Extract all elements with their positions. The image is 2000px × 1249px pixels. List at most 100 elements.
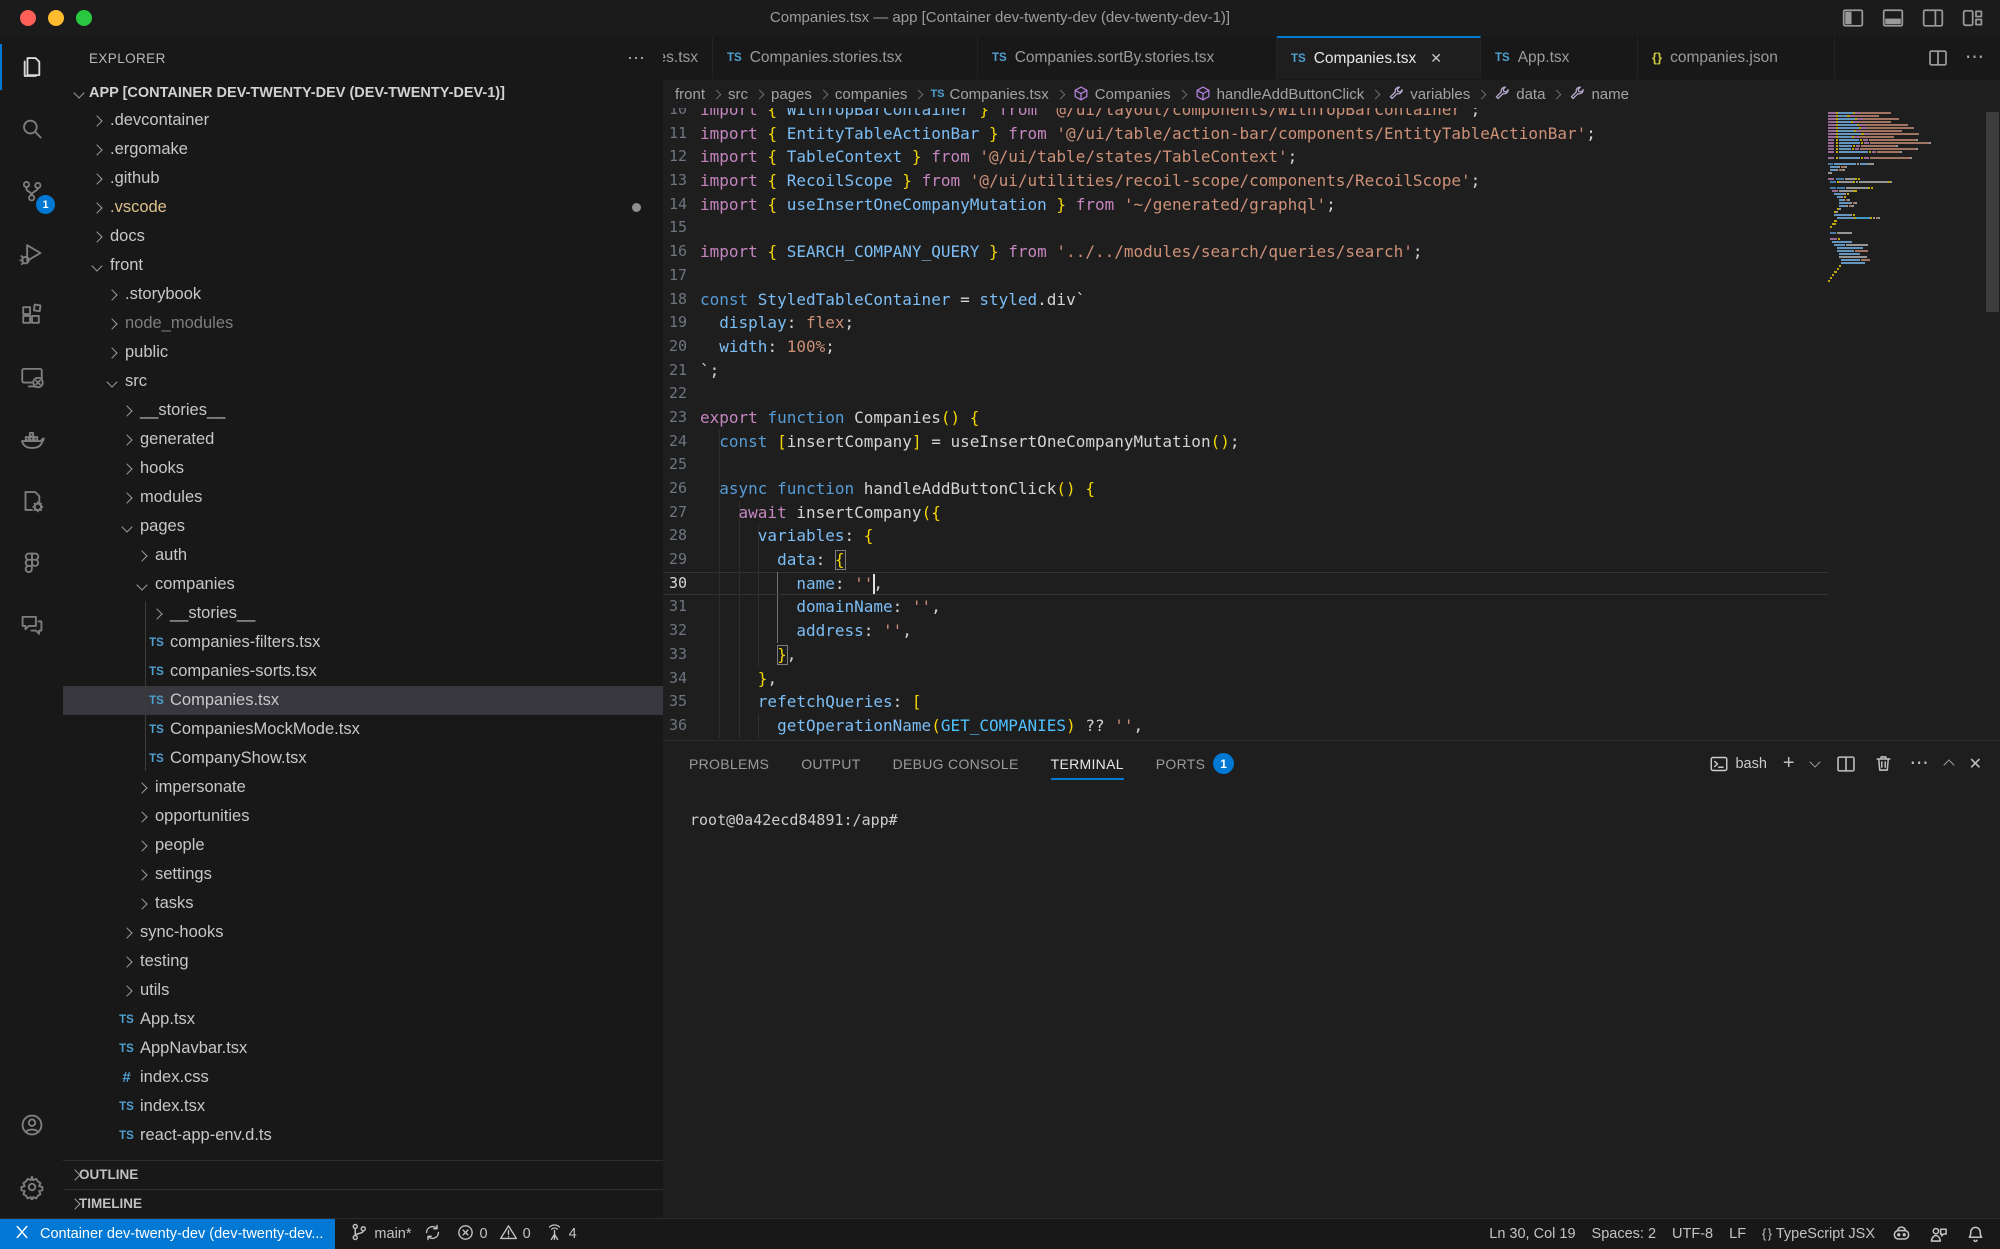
code-line-13[interactable]: 13import { RecoilScope } from '@/ui/util… — [663, 169, 1828, 193]
code-line-16[interactable]: 16import { SEARCH_COMPANY_QUERY } from '… — [663, 240, 1828, 264]
code-line-10[interactable]: 10import { WithTopBarContainer } from '@… — [663, 108, 1828, 122]
minimap[interactable] — [1828, 108, 1985, 740]
code-line-21[interactable]: 21`; — [663, 359, 1828, 383]
code-line-31[interactable]: 31 domainName: '', — [663, 595, 1828, 619]
code-line-36[interactable]: 36 getOperationName(GET_COMPANIES) ?? ''… — [663, 714, 1828, 738]
panel-chevron-up-icon[interactable] — [1945, 758, 1953, 769]
breadcrumb-item-data[interactable]: data — [1493, 85, 1545, 103]
terminal-prompt[interactable]: root@0a42ecd84891:/app# — [690, 811, 898, 829]
tab-companies-tsx[interactable]: TSCompanies.tsx✕ — [1277, 36, 1481, 79]
code-line-17[interactable]: 17 — [663, 264, 1828, 288]
problems-status[interactable]: 0 0 — [456, 1223, 531, 1246]
code-line-34[interactable]: 34 }, — [663, 667, 1828, 691]
code-line-35[interactable]: 35 refetchQueries: [ — [663, 690, 1828, 714]
tree-folder-utils[interactable]: utils — [63, 976, 663, 1005]
breadcrumb-item-handleaddbuttonclick[interactable]: handleAddButtonClick — [1194, 85, 1365, 103]
tree-folder-sync-hooks[interactable]: sync-hooks — [63, 918, 663, 947]
tree-folder-tasks[interactable]: tasks — [63, 889, 663, 918]
code-line-30[interactable]: 30 name: '', — [663, 572, 1828, 596]
panel-trash-icon[interactable] — [1873, 753, 1894, 774]
branch-status[interactable]: main* — [349, 1222, 441, 1246]
code-line-29[interactable]: 29 data: { — [663, 548, 1828, 572]
forwarded-ports-status[interactable]: 4 — [545, 1223, 577, 1246]
panel-tab-debug-console[interactable]: DEBUG CONSOLE — [893, 741, 1019, 786]
activity-search-button[interactable] — [0, 98, 63, 160]
tree-folder-docs[interactable]: docs — [63, 222, 663, 251]
breadcrumb-item-name[interactable]: name — [1568, 85, 1629, 103]
tree-folder-testing[interactable]: testing — [63, 947, 663, 976]
toggle-panel-left-icon[interactable] — [1840, 5, 1866, 31]
breadcrumb-item-pages[interactable]: pages — [771, 86, 812, 103]
panel-ellipsis-icon[interactable]: ⋯ — [1910, 759, 1929, 769]
activity-account-button[interactable] — [0, 1094, 63, 1156]
tree-folder--ergomake[interactable]: .ergomake — [63, 135, 663, 164]
code-line-28[interactable]: 28 variables: { — [663, 524, 1828, 548]
remote-indicator[interactable]: Container dev-twenty-dev (dev-twenty-dev… — [0, 1219, 335, 1249]
toggle-panel-right-icon[interactable] — [1920, 5, 1946, 31]
tree-folder--stories-[interactable]: __stories__ — [63, 599, 663, 628]
breadcrumb-item-variables[interactable]: variables — [1387, 85, 1470, 103]
activity-run-debug-button[interactable] — [0, 222, 63, 284]
tree-folder--vscode[interactable]: .vscode — [63, 193, 663, 222]
code-line-24[interactable]: 24 const [insertCompany] = useInsertOneC… — [663, 430, 1828, 454]
editor-more-actions-icon[interactable]: ⋯ — [1965, 53, 1984, 63]
timeline-section[interactable]: TIMELINE — [63, 1189, 663, 1217]
tree-folder-people[interactable]: people — [63, 831, 663, 860]
code-line-27[interactable]: 27 await insertCompany({ — [663, 501, 1828, 525]
outline-section[interactable]: OUTLINE — [63, 1160, 663, 1188]
tree-folder-auth[interactable]: auth — [63, 541, 663, 570]
tree-folder-node-modules[interactable]: node_modules — [63, 309, 663, 338]
panel-tab-output[interactable]: OUTPUT — [801, 741, 860, 786]
indentation-status[interactable]: Spaces: 2 — [1592, 1226, 1657, 1242]
activity-extensions-button[interactable] — [0, 284, 63, 346]
code-line-26[interactable]: 26 async function handleAddButtonClick()… — [663, 477, 1828, 501]
tree-folder-companies[interactable]: companies — [63, 570, 663, 599]
panel-tab-problems[interactable]: PROBLEMS — [689, 741, 769, 786]
breadcrumb-item-front[interactable]: front — [675, 86, 705, 103]
split-editor-icon[interactable] — [1927, 47, 1949, 69]
tree-folder-impersonate[interactable]: impersonate — [63, 773, 663, 802]
panel-tab-ports[interactable]: PORTS1 — [1156, 741, 1234, 786]
workspace-section-header[interactable]: APP [CONTAINER DEV-TWENTY-DEV (DEV-TWENT… — [63, 80, 663, 106]
panel-close-icon[interactable]: ✕ — [1969, 754, 1982, 774]
panel-plus-icon[interactable]: + — [1783, 752, 1795, 775]
tree-folder--devcontainer[interactable]: .devcontainer — [63, 106, 663, 135]
feedback-icon[interactable] — [1928, 1224, 1949, 1245]
cursor-position-status[interactable]: Ln 30, Col 19 — [1489, 1226, 1575, 1242]
code-editor[interactable]: 10import { WithTopBarContainer } from '@… — [663, 108, 2000, 740]
tree-file-companies-filters-tsx[interactable]: TScompanies-filters.tsx — [63, 628, 663, 657]
sidebar-more-actions-icon[interactable]: ⋯ — [627, 48, 645, 69]
tree-folder-pages[interactable]: pages — [63, 512, 663, 541]
breadcrumb-item-companies[interactable]: Companies — [1072, 85, 1171, 103]
tree-file-index-tsx[interactable]: TSindex.tsx — [63, 1092, 663, 1121]
tree-file-index-css[interactable]: #index.css — [63, 1063, 663, 1092]
panel-tab-terminal[interactable]: TERMINAL — [1051, 741, 1124, 786]
shell-selector[interactable]: bash — [1709, 754, 1766, 774]
tree-folder-src[interactable]: src — [63, 367, 663, 396]
code-line-25[interactable]: 25 — [663, 453, 1828, 477]
tree-folder-opportunities[interactable]: opportunities — [63, 802, 663, 831]
tree-folder-public[interactable]: public — [63, 338, 663, 367]
activity-source-control-button[interactable]: 1 — [0, 160, 63, 222]
code-line-15[interactable]: 15 — [663, 216, 1828, 240]
activity-settings-gear-button[interactable] — [0, 1156, 63, 1218]
code-line-18[interactable]: 18const StyledTableContainer = styled.di… — [663, 288, 1828, 312]
tab-app-tsx[interactable]: TSApp.tsx — [1481, 36, 1638, 79]
toggle-layout-custom-icon[interactable] — [1960, 5, 1986, 31]
tree-folder-hooks[interactable]: hooks — [63, 454, 663, 483]
editor-scrollbar[interactable] — [1985, 108, 2000, 740]
code-line-14[interactable]: 14import { useInsertOneCompanyMutation }… — [663, 193, 1828, 217]
tree-file-companies-tsx[interactable]: TSCompanies.tsx — [63, 686, 663, 715]
tree-file-appnavbar-tsx[interactable]: TSAppNavbar.tsx — [63, 1034, 663, 1063]
activity-comments-button[interactable] — [0, 594, 63, 656]
notifications-bell-icon[interactable] — [1965, 1224, 1986, 1245]
copilot-icon[interactable] — [1891, 1224, 1912, 1245]
tree-folder--storybook[interactable]: .storybook — [63, 280, 663, 309]
tree-folder--stories-[interactable]: __stories__ — [63, 396, 663, 425]
tree-file-companies-sorts-tsx[interactable]: TScompanies-sorts.tsx — [63, 657, 663, 686]
tree-file-app-tsx[interactable]: TSApp.tsx — [63, 1005, 663, 1034]
tree-folder--github[interactable]: .github — [63, 164, 663, 193]
activity-remote-explorer-button[interactable] — [0, 346, 63, 408]
code-line-32[interactable]: 32 address: '', — [663, 619, 1828, 643]
tree-file-companyshow-tsx[interactable]: TSCompanyShow.tsx — [63, 744, 663, 773]
